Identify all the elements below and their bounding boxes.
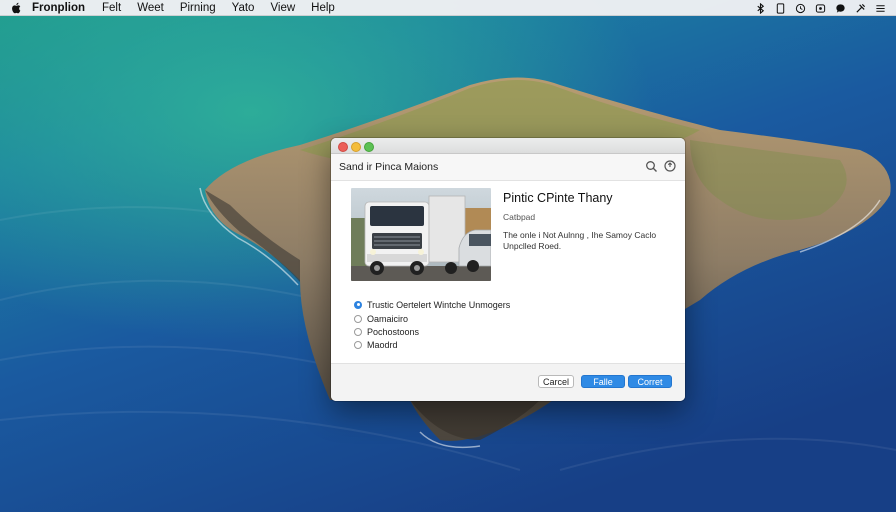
- minimize-window-button[interactable]: [351, 142, 361, 152]
- radio-button-selected[interactable]: [354, 300, 362, 309]
- option-radio-4[interactable]: Maodrd: [354, 339, 398, 350]
- share-icon[interactable]: [664, 160, 676, 172]
- speech-bubble-icon[interactable]: [834, 2, 846, 14]
- bluetooth-icon[interactable]: [754, 2, 766, 14]
- option-label: Pochostoons: [367, 326, 420, 337]
- clock-icon[interactable]: [794, 2, 806, 14]
- document-icon[interactable]: [774, 2, 786, 14]
- option-radio-2[interactable]: Oamaiciro: [354, 313, 408, 324]
- preview-image: [351, 188, 491, 281]
- menu-bar: Fronplion Felt Weet Pirning Yato View He…: [0, 0, 896, 16]
- menu-help[interactable]: Help: [311, 0, 335, 16]
- tools-icon[interactable]: [854, 2, 866, 14]
- option-radio-3[interactable]: Pochostoons: [354, 326, 419, 337]
- radio-button[interactable]: [354, 314, 362, 323]
- menu-view-alt[interactable]: Yato: [232, 0, 255, 16]
- item-description-line-1: The onle i Not Aulnng , Ihe Samoy Caclo: [503, 230, 657, 240]
- option-radio-1[interactable]: Trustic Oertelert Wintche Unmogers: [354, 299, 510, 310]
- window-titlebar[interactable]: [331, 138, 685, 154]
- dialog-footer: Carcel Falle Corret: [331, 363, 685, 401]
- cancel-button[interactable]: Carcel: [538, 375, 574, 388]
- correct-button[interactable]: Corret: [628, 375, 672, 388]
- option-label: Maodrd: [367, 339, 398, 350]
- item-title: Pintic CPinte Thany: [503, 191, 613, 205]
- radio-button[interactable]: [354, 327, 362, 336]
- menu-edit[interactable]: Weet: [137, 0, 164, 16]
- dialog-window: Sand ir Pinca Maions Pintic CPinte Thany…: [331, 138, 685, 401]
- search-icon[interactable]: [645, 160, 658, 173]
- radio-button[interactable]: [354, 340, 362, 349]
- option-label: Trustic Oertelert Wintche Unmogers: [367, 299, 511, 310]
- close-window-button[interactable]: [338, 142, 348, 152]
- list-icon[interactable]: [874, 2, 886, 14]
- apple-menu-icon[interactable]: [11, 2, 23, 14]
- item-subtitle: Catbpad: [503, 212, 536, 222]
- menu-app-name[interactable]: Fronplion: [32, 0, 85, 16]
- option-label: Oamaiciro: [367, 313, 409, 324]
- zoom-window-button[interactable]: [364, 142, 374, 152]
- menu-printing[interactable]: Pirning: [180, 0, 216, 16]
- menu-view[interactable]: View: [270, 0, 295, 16]
- control-icon[interactable]: [814, 2, 826, 14]
- dialog-toolbar: Sand ir Pinca Maions: [331, 154, 685, 181]
- menu-file[interactable]: Felt: [102, 0, 121, 16]
- item-description-line-2: Unpclled Roed.: [503, 241, 562, 251]
- file-button[interactable]: Falle: [581, 375, 625, 388]
- dialog-title: Sand ir Pinca Maions: [339, 161, 439, 173]
- status-icons: [746, 0, 886, 16]
